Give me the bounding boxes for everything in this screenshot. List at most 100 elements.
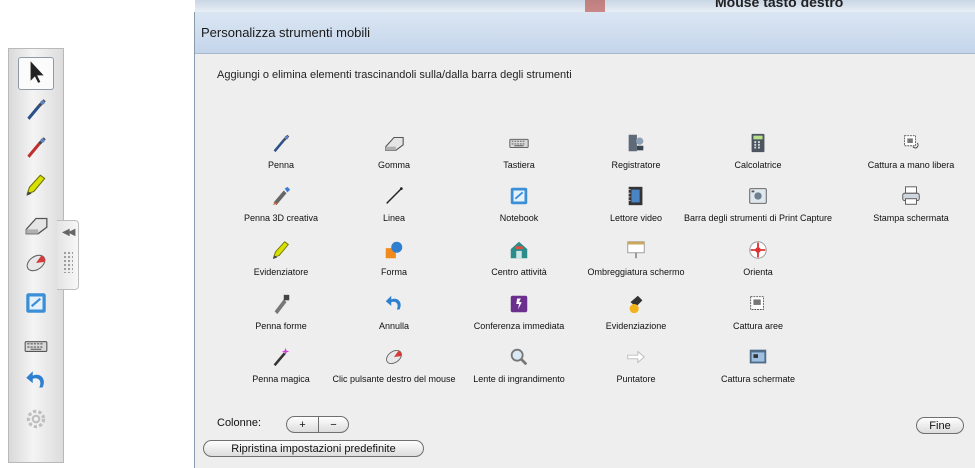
- customize-toolbar-dialog: Personalizza strumenti mobili Aggiungi o…: [194, 12, 975, 468]
- notebook-icon: [508, 185, 530, 207]
- toolbar-button-pen[interactable]: [18, 95, 54, 128]
- toolbar-button-eraser[interactable]: [18, 211, 54, 244]
- tool-item-right-click-mouse[interactable]: Clic pulsante destro del mouse: [326, 344, 462, 396]
- tool-label: Notebook: [499, 213, 539, 223]
- tool-item-undo[interactable]: Annulla: [326, 291, 462, 343]
- tool-label: Penna: [267, 160, 295, 170]
- tool-item-pointer[interactable]: Puntatore: [568, 344, 704, 396]
- tool-item-recorder[interactable]: Registratore: [568, 130, 704, 182]
- toolbar-collapse-handle[interactable]: ◀◀: [57, 220, 79, 290]
- tool-label: Ombreggiatura schermo: [587, 267, 685, 277]
- instant-conference-icon: [508, 293, 530, 315]
- tool-item-activity-center[interactable]: Centro attività: [451, 237, 587, 289]
- pen-icon: [23, 96, 49, 127]
- settings-gear-icon: [23, 406, 49, 437]
- pen-icon: [270, 132, 292, 154]
- right-click-mouse-icon: [383, 346, 405, 368]
- toolbar-button-right-click-mouse[interactable]: [18, 249, 54, 282]
- tools-grid: Penna Gomma Tastiera Registratore Calcolatri…: [205, 130, 975, 392]
- undo-icon: [383, 293, 405, 315]
- screen-capture-icon: [747, 346, 769, 368]
- tool-item-eraser[interactable]: Gomma: [326, 130, 462, 182]
- tool-item-orient[interactable]: Orienta: [690, 237, 826, 289]
- select-arrow-icon: [23, 58, 49, 89]
- magic-pen-icon: [270, 346, 292, 368]
- tool-label: Calcolatrice: [734, 160, 782, 170]
- tool-label: Annulla: [378, 321, 410, 331]
- tool-label: Lente di ingrandimento: [473, 374, 565, 384]
- shape-pen-icon: [270, 293, 292, 315]
- columns-label: Colonne:: [217, 417, 262, 429]
- pen-red-icon: [23, 134, 49, 165]
- tool-label: Barra degli strumenti di Print Capture: [683, 213, 833, 223]
- tool-item-notebook[interactable]: Notebook: [451, 183, 587, 235]
- tool-label: Centro attività: [491, 267, 547, 277]
- done-button[interactable]: Fine: [916, 417, 964, 434]
- reset-defaults-button[interactable]: Ripristina impostazioni predefinite: [203, 440, 424, 457]
- tool-label: Evidenziazione: [605, 321, 667, 331]
- orient-icon: [747, 239, 769, 261]
- shape-icon: [383, 239, 405, 261]
- tool-label: Gomma: [377, 160, 410, 170]
- undo-icon: [23, 368, 49, 399]
- remove-column-button[interactable]: −: [318, 416, 349, 433]
- tool-item-freehand-capture[interactable]: Cattura a mano libera: [843, 130, 975, 182]
- tool-label: Evidenziatore: [253, 267, 309, 277]
- tool-label: Cattura aree: [732, 321, 784, 331]
- tool-item-screen-capture[interactable]: Cattura schermate: [690, 344, 826, 396]
- tool-item-calculator[interactable]: Calcolatrice: [690, 130, 826, 182]
- toolbar-button-notebook[interactable]: [18, 289, 54, 322]
- keyboard-icon: [23, 333, 49, 364]
- notebook-icon: [23, 290, 49, 321]
- tool-item-screen-shade[interactable]: Ombreggiatura schermo: [568, 237, 704, 289]
- background-decoration: [585, 0, 605, 12]
- tool-label: Cattura schermate: [720, 374, 796, 384]
- tool-item-area-capture[interactable]: Cattura aree: [690, 291, 826, 343]
- toolbar-button-select-arrow[interactable]: [18, 57, 54, 90]
- tool-label: Stampa schermata: [873, 213, 949, 223]
- calculator-icon: [747, 132, 769, 154]
- tool-label: Cattura a mano libera: [867, 160, 955, 170]
- background-window: Mouse tasto destro: [195, 0, 975, 12]
- tool-label: Linea: [382, 213, 406, 223]
- dialog-titlebar: Personalizza strumenti mobili: [195, 12, 975, 54]
- tool-label: Forma: [380, 267, 407, 277]
- tool-item-line[interactable]: Linea: [326, 183, 462, 235]
- instructions-text: Aggiungi o elimina elementi trascinandol…: [217, 69, 572, 81]
- tool-item-shape[interactable]: Forma: [326, 237, 462, 289]
- toolbar-button-pen-red[interactable]: [18, 133, 54, 166]
- keyboard-icon: [508, 132, 530, 154]
- add-column-button[interactable]: +: [286, 416, 319, 433]
- dialog-title: Personalizza strumenti mobili: [201, 25, 371, 40]
- background-text: Mouse tasto destro: [715, 0, 844, 10]
- tool-label: Penna forme: [255, 321, 307, 331]
- toolbar-button-undo[interactable]: [18, 367, 54, 400]
- line-icon: [383, 185, 405, 207]
- toolbar-button-settings-gear[interactable]: [18, 405, 54, 438]
- print-screen-icon: [900, 185, 922, 207]
- tool-label: Puntatore: [616, 374, 656, 384]
- tool-item-print-capture-toolbar[interactable]: Barra degli strumenti di Print Capture: [684, 183, 832, 235]
- tool-item-instant-conference[interactable]: Conferenza immediata: [451, 291, 587, 343]
- tool-label: Penna magica: [252, 374, 310, 384]
- tool-item-spotlight[interactable]: Evidenziazione: [568, 291, 704, 343]
- toolbar-button-keyboard[interactable]: [18, 332, 54, 365]
- drag-grip-icon: [63, 251, 73, 273]
- tool-label: Tastiera: [503, 160, 535, 170]
- video-player-icon: [625, 185, 647, 207]
- tool-item-magnifier[interactable]: Lente di ingrandimento: [451, 344, 587, 396]
- print-capture-toolbar-icon: [747, 185, 769, 207]
- pointer-icon: [625, 346, 647, 368]
- tool-label: Penna 3D creativa: [243, 213, 319, 223]
- tool-item-keyboard[interactable]: Tastiera: [451, 130, 587, 182]
- highlighter-icon: [270, 239, 292, 261]
- tool-label: Orienta: [743, 267, 773, 277]
- highlighter-icon: [23, 172, 49, 203]
- right-click-mouse-icon: [23, 250, 49, 281]
- tool-item-video-player[interactable]: Lettore video: [568, 183, 704, 235]
- freehand-capture-icon: [900, 132, 922, 154]
- tool-item-print-screen[interactable]: Stampa schermata: [843, 183, 975, 235]
- tool-label: Registratore: [611, 160, 661, 170]
- toolbar-button-highlighter[interactable]: [18, 171, 54, 204]
- floating-toolbar: [8, 48, 64, 463]
